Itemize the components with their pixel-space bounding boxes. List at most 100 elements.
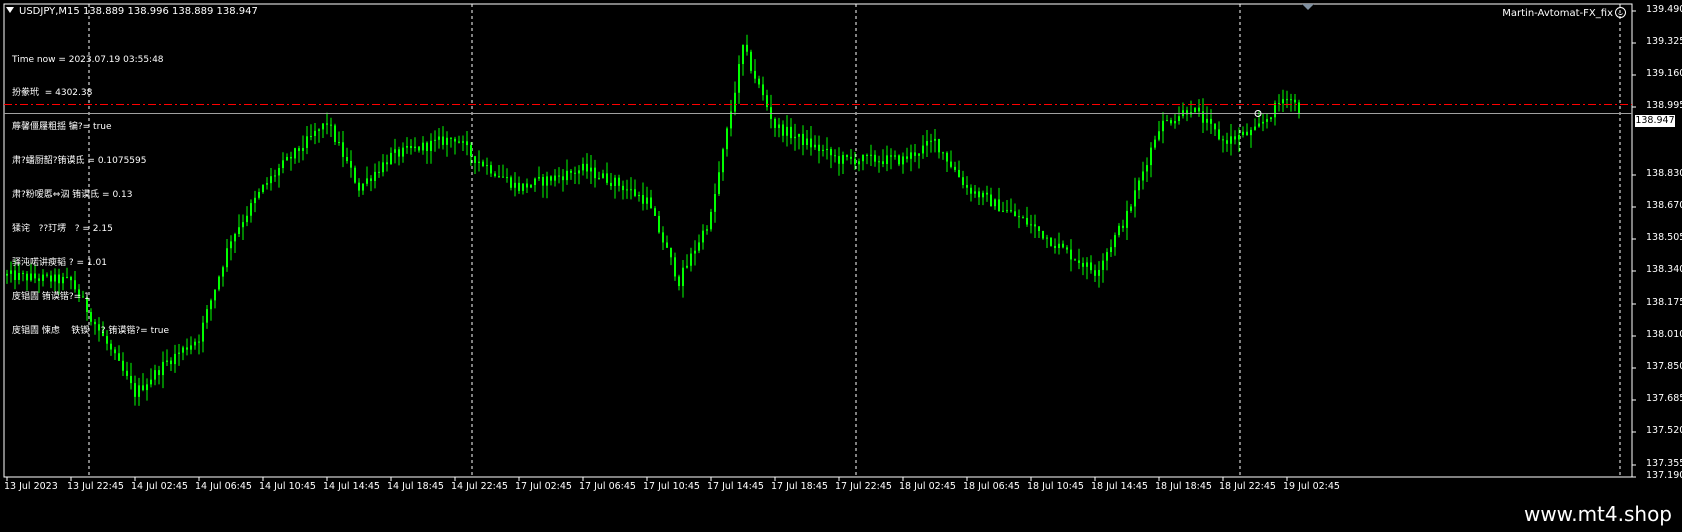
- candle-body: [1254, 126, 1256, 130]
- candle-body: [1146, 165, 1148, 172]
- candle-body: [670, 247, 672, 258]
- candle-body: [878, 161, 880, 163]
- candle-body: [230, 241, 232, 249]
- candle-body: [486, 165, 488, 167]
- candle-body: [1030, 224, 1032, 226]
- candle-body: [698, 242, 700, 251]
- candle-body: [1158, 131, 1160, 140]
- candle-body: [1082, 262, 1084, 267]
- candle-body: [714, 193, 716, 212]
- candle-body: [526, 183, 528, 188]
- candle-body: [498, 176, 500, 178]
- candle-body: [1278, 102, 1280, 104]
- candle-body: [410, 145, 412, 149]
- candle-body: [674, 257, 676, 277]
- candle-body: [766, 95, 768, 108]
- collapse-triangle-icon[interactable]: [6, 7, 14, 13]
- candle-body: [290, 156, 292, 159]
- time-tick: 13 Jul 2023: [4, 481, 58, 492]
- candle-body: [358, 182, 360, 191]
- expert-advisor-label[interactable]: Martin-Avtomat-FX_fix: [1502, 7, 1626, 19]
- price-tick: 139.490: [1646, 4, 1682, 15]
- chart-shift-icon: [1302, 4, 1314, 10]
- candle-body: [554, 175, 556, 181]
- price-plot[interactable]: [0, 0, 1682, 498]
- time-tick: 17 Jul 18:45: [771, 481, 828, 492]
- candle-body: [1142, 171, 1144, 181]
- candle-body: [1090, 262, 1092, 271]
- candle-body: [426, 142, 428, 152]
- candle-body: [1286, 99, 1288, 101]
- candle-body: [1270, 117, 1272, 120]
- info-line: 蓐馨僵屨粗揺 犏?= true: [12, 122, 112, 133]
- candle-body: [746, 44, 748, 52]
- candle-body: [914, 152, 916, 156]
- candle-body: [774, 118, 776, 128]
- candle-body: [558, 175, 560, 177]
- candle-body: [926, 141, 928, 146]
- candle-body: [466, 141, 468, 146]
- candle-body: [618, 177, 620, 186]
- candle-body: [846, 155, 848, 157]
- candle-body: [1022, 217, 1024, 219]
- candle-body: [402, 147, 404, 157]
- time-axis[interactable]: 13 Jul 2023 13 Jul 22:45 14 Jul 02:45 14…: [0, 478, 1632, 498]
- candle-body: [598, 177, 600, 179]
- watermark-site: www.mt4.shop: [1523, 502, 1672, 526]
- symbol-header[interactable]: USDJPY,M15 138.889 138.996 138.889 138.9…: [6, 6, 258, 17]
- candle-body: [450, 137, 452, 139]
- candle-body: [422, 142, 424, 151]
- candle-body: [338, 142, 340, 144]
- candle-body: [1282, 99, 1284, 104]
- candle-body: [1026, 217, 1028, 225]
- ea-name: Martin-Avtomat-FX_fix: [1502, 8, 1613, 19]
- price-axis[interactable]: 139.490 139.325 139.160 138.995 138.830 …: [1632, 0, 1682, 481]
- candle-body: [726, 128, 728, 150]
- candle-body: [966, 184, 968, 188]
- candle-body: [262, 184, 264, 192]
- candle-body: [706, 229, 708, 231]
- time-tick: 17 Jul 22:45: [835, 481, 892, 492]
- candle-body: [546, 176, 548, 186]
- candle-body: [1250, 129, 1252, 136]
- candle-body: [922, 145, 924, 154]
- candle-body: [730, 111, 732, 129]
- candle-body: [694, 250, 696, 254]
- candle-body: [1294, 99, 1296, 103]
- candle-body: [1078, 260, 1080, 263]
- candle-body: [590, 167, 592, 172]
- candle-body: [1214, 123, 1216, 130]
- candle-body: [286, 156, 288, 161]
- candle-body: [318, 129, 320, 131]
- candle-body: [1198, 107, 1200, 112]
- candle-body: [890, 155, 892, 157]
- candle-body: [1170, 120, 1172, 124]
- candle-body: [1062, 243, 1064, 248]
- candle-body: [394, 149, 396, 153]
- candle-body: [366, 178, 368, 184]
- candle-body: [350, 160, 352, 168]
- price-tick: 138.505: [1646, 232, 1682, 243]
- candle-body: [354, 167, 356, 183]
- candle-body: [382, 162, 384, 173]
- candle-body: [222, 267, 224, 277]
- smiley-icon[interactable]: [1615, 7, 1626, 18]
- candle-body: [210, 300, 212, 310]
- candle-body: [446, 137, 448, 145]
- candle-body: [146, 384, 148, 391]
- candle-body: [950, 161, 952, 167]
- candle-body: [282, 160, 284, 169]
- candle-body: [254, 197, 256, 204]
- candle-body: [1242, 131, 1244, 135]
- candle-body: [754, 70, 756, 79]
- candle-body: [834, 155, 836, 157]
- candle-body: [830, 148, 832, 156]
- candle-body: [462, 141, 464, 143]
- chart-window[interactable]: USDJPY,M15 138.889 138.996 138.889 138.9…: [0, 0, 1682, 498]
- candle-body: [310, 135, 312, 137]
- candle-body: [954, 166, 956, 170]
- candle-body: [986, 192, 988, 195]
- candle-body: [1002, 210, 1004, 212]
- price-tick: 138.010: [1646, 329, 1682, 340]
- candle-body: [1178, 116, 1180, 121]
